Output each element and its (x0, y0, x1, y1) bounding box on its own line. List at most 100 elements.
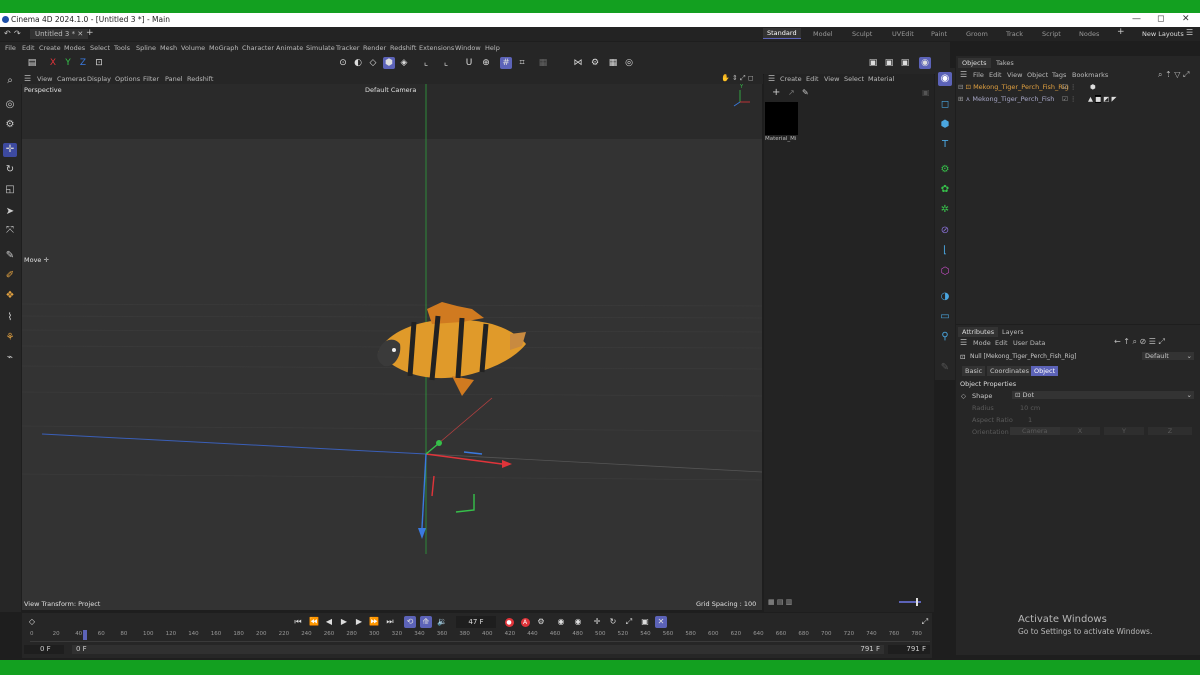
playhead[interactable] (83, 630, 87, 640)
frame-ruler[interactable]: 0 20 40 60 80 100 120 140 160 180 200 220 240 260 280 3… (30, 631, 930, 642)
previous-frame-icon[interactable]: ◀ (323, 616, 335, 628)
add-layout-icon[interactable]: + (1117, 27, 1125, 37)
menu-spline[interactable]: Spline (136, 44, 156, 52)
material-name[interactable]: Material_Mi (765, 136, 796, 142)
orientation-y[interactable]: Y (1104, 427, 1144, 435)
material-view-icons[interactable]: ▦ ▤ ▥ (768, 598, 792, 606)
symmetry-icon[interactable]: ⋈ (572, 57, 584, 69)
layout-uvedit[interactable]: UVEdit (892, 30, 914, 38)
menu-animate[interactable]: Animate (276, 44, 303, 52)
layout-script[interactable]: Script (1042, 30, 1061, 38)
move-gizmo-z-arrow[interactable] (418, 528, 426, 539)
subtab-basic[interactable]: Basic (962, 366, 986, 376)
quantize-icon[interactable]: ⌗ (516, 57, 528, 69)
next-frame-icon[interactable]: ▶ (353, 616, 365, 628)
objects-panel-icon[interactable]: ☰ (960, 70, 967, 79)
layout-standard[interactable]: Standard (763, 28, 801, 39)
loop-icon[interactable]: ⟲ (404, 616, 416, 628)
model-mode-icon[interactable]: ⊙ (337, 57, 349, 69)
cloner-icon[interactable]: ✿ (938, 183, 952, 197)
viewport-menu-filter[interactable]: Filter (143, 75, 159, 83)
menu-simulate[interactable]: Simulate (306, 44, 335, 52)
range-slider[interactable]: 0 F 791 F (72, 645, 884, 654)
key-position-icon[interactable]: ◉ (572, 616, 584, 628)
objects-menu-bookmarks[interactable]: Bookmarks (1072, 71, 1108, 79)
points-mode-icon[interactable]: ◇ (367, 57, 379, 69)
attributes-panel-icon[interactable]: ☰ (960, 338, 967, 347)
tab-layers[interactable]: Layers (998, 327, 1028, 337)
menu-render[interactable]: Render (363, 44, 386, 52)
tab-takes[interactable]: Takes (992, 58, 1018, 68)
snap-icon[interactable]: ⌞ (440, 57, 452, 69)
render-settings-icon[interactable]: ▣ (867, 57, 879, 69)
layout-groom[interactable]: Groom (966, 30, 988, 38)
3d-viewport[interactable]: Perspective Default Camera Move ✛ Y View… (22, 84, 762, 610)
layout-nodes[interactable]: Nodes (1079, 30, 1099, 38)
objects-menu-tags[interactable]: Tags (1052, 71, 1066, 79)
x-axis-lock-icon[interactable]: X (47, 57, 59, 69)
menu-tools[interactable]: Tools (114, 44, 130, 52)
move-gizmo-y-handle[interactable] (436, 440, 442, 446)
tweak-icon[interactable]: ⊕ (480, 57, 492, 69)
object-tag-icons[interactable]: ⬢ (1090, 83, 1096, 91)
material-menu-view[interactable]: View (824, 75, 839, 83)
cube-icon[interactable]: ⬢ (938, 118, 952, 132)
attributes-menu-mode[interactable]: Mode (973, 339, 991, 347)
playback-rate-icon[interactable]: ⟰ (420, 616, 432, 628)
texture-mode-icon[interactable]: ◐ (352, 57, 364, 69)
viewport-nav-icons[interactable]: ✋ ⇕ ⤢ ◻ (721, 74, 754, 83)
search-icon[interactable]: ⌕ (3, 74, 17, 88)
menu-character[interactable]: Character (242, 44, 274, 52)
menu-redshift[interactable]: Redshift (390, 44, 416, 52)
next-key-icon[interactable]: ⏩ (368, 616, 380, 628)
key-move-icon[interactable]: ✛ (591, 616, 603, 628)
menu-select[interactable]: Select (90, 44, 110, 52)
tweak-tool-icon[interactable]: ⚙ (3, 118, 17, 132)
menu-help[interactable]: Help (485, 44, 500, 52)
move-gizmo-z-axis[interactable] (421, 453, 427, 529)
generator-icon[interactable]: ⚙ (938, 163, 952, 177)
move-gizmo-plane-blue[interactable] (463, 451, 483, 455)
material-menu-create[interactable]: Create (780, 75, 802, 83)
key-scale-icon[interactable]: ⤢ (623, 616, 635, 628)
material-thumbnail[interactable] (765, 102, 798, 135)
scene-icon[interactable]: ▤ (26, 57, 38, 69)
sound-icon[interactable]: 🔉 (436, 616, 448, 628)
scale-tool-icon[interactable]: ◱ (3, 183, 17, 197)
material-tool-icon[interactable]: ↗ (788, 88, 795, 97)
knife-icon[interactable]: ⌁ (3, 351, 17, 365)
menu-mograph[interactable]: MoGraph (209, 44, 239, 52)
viewport-menu-display[interactable]: Display (87, 75, 111, 83)
paint-icon[interactable]: ⚘ (3, 331, 17, 345)
eyedropper-icon[interactable]: ✎ (802, 88, 809, 97)
move-gizmo-x-axis[interactable] (425, 453, 503, 465)
object-row-fish[interactable]: ⊞ ⋏ Mekong_Tiger_Perch_Fish ☑ ⋮ ▲ ■ ◩ ◤ (958, 95, 1198, 103)
orientation-z[interactable]: Z (1148, 427, 1192, 435)
grid-snap-icon[interactable]: # (500, 57, 512, 69)
redshift-render-icon[interactable]: ◉ (919, 57, 931, 69)
orientation-x[interactable]: X (1060, 427, 1100, 435)
move-gizmo-plane-red[interactable] (431, 475, 435, 497)
previous-key-icon[interactable]: ⏪ (308, 616, 320, 628)
deformer-icon[interactable]: ✲ (938, 203, 952, 217)
picture-viewer-icon[interactable]: ▣ (899, 57, 911, 69)
camera-icon[interactable]: ▭ (938, 310, 952, 324)
layout-paint[interactable]: Paint (931, 30, 947, 38)
expand-icon[interactable]: ⊞ (958, 95, 963, 103)
viewport-panel-icon[interactable]: ☰ (24, 74, 31, 83)
field-icon[interactable]: ⊘ (938, 224, 952, 238)
mesh-tool-icon[interactable]: ❖ (3, 289, 17, 303)
brush-icon[interactable]: ⌇ (3, 311, 17, 325)
object-row-rig[interactable]: ⊟ ⊡ Mekong_Tiger_Perch_Fish_Rig ☑ ⋮ ⬢ (958, 83, 1198, 91)
move-gizmo-y-axis[interactable] (425, 443, 439, 455)
select-object-icon[interactable]: ◉ (938, 72, 952, 86)
live-selection-icon[interactable]: ◎ (3, 98, 17, 112)
new-tab-icon[interactable]: + (86, 28, 94, 38)
layout-model[interactable]: Model (813, 30, 833, 38)
minimize-button[interactable]: — (1132, 14, 1141, 24)
spline-icon[interactable]: ⌊ (938, 244, 952, 258)
objects-menu-edit[interactable]: Edit (989, 71, 1002, 79)
close-button[interactable]: ✕ (1182, 14, 1190, 24)
attributes-menu-edit[interactable]: Edit (995, 339, 1008, 347)
material-panel-option-icon[interactable]: ▣ (922, 88, 930, 97)
